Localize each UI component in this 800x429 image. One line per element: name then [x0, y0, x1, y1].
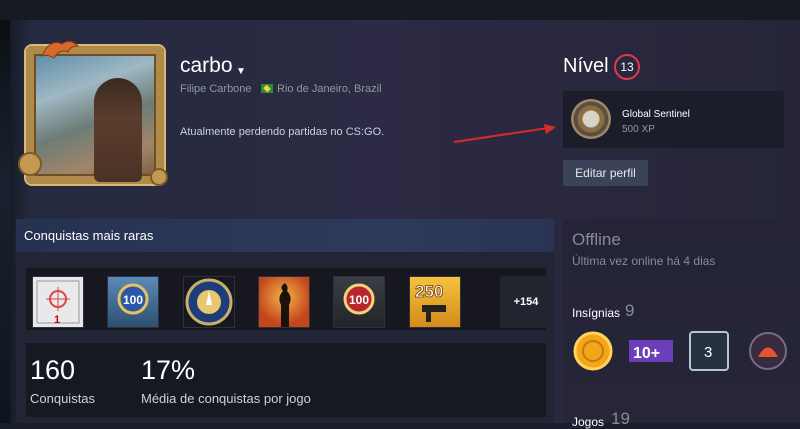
featured-badge-xp: 500 XP	[622, 124, 655, 135]
svg-text:100: 100	[349, 293, 369, 307]
profile-username[interactable]: carbo	[180, 54, 233, 78]
svg-text:1: 1	[54, 314, 60, 326]
avatar-photo	[94, 78, 142, 182]
achievements-count-label: Conquistas	[30, 391, 96, 406]
planet-badge-icon[interactable]	[747, 330, 789, 372]
avatar[interactable]	[18, 38, 172, 192]
number-3-badge-text: 3	[704, 344, 712, 361]
brazil-flag-icon	[261, 84, 273, 93]
background-edge	[0, 20, 10, 423]
games-count[interactable]: 19	[611, 409, 630, 429]
achievement-100-medal-icon[interactable]: 100	[333, 276, 385, 328]
achievement-stats: 160 Conquistas 17% Média de conquistas p…	[26, 343, 546, 417]
achievements-count: 160	[30, 355, 76, 385]
level-badge: 13	[614, 54, 640, 80]
10-plus-badge-icon[interactable]: 10+	[629, 330, 673, 372]
profile-summary: Atualmente perdendo partidas no CS:GO.	[180, 126, 385, 138]
achievements-title[interactable]: Conquistas mais raras	[24, 228, 153, 243]
level-label: Nível	[563, 55, 609, 77]
number-3-badge-icon[interactable]: 3	[688, 330, 730, 372]
top-bar	[0, 0, 800, 20]
achievements-header[interactable]: Conquistas mais raras	[16, 219, 554, 252]
featured-badge-card[interactable]: Global Sentinel 500 XP	[563, 91, 784, 148]
more-achievements-button[interactable]: +154	[500, 276, 552, 328]
profile-real-name: Filipe Carbone	[180, 83, 252, 95]
badges-count[interactable]: 9	[625, 301, 634, 321]
badges-link[interactable]: Insígnias	[572, 306, 620, 320]
games-link[interactable]: Jogos	[572, 415, 604, 429]
svg-text:100: 100	[123, 293, 143, 307]
achievement-average: 17%	[141, 355, 196, 385]
arrow-icon	[453, 124, 556, 143]
last-online-text: Última vez online há 4 dias	[572, 254, 716, 268]
chevron-down-icon[interactable]: ▼	[236, 66, 246, 77]
10-plus-badge-text: 10+	[633, 345, 660, 362]
profile-location: Rio de Janeiro, Brazil	[277, 83, 382, 95]
online-status: Offline	[572, 230, 621, 249]
edit-profile-button[interactable]: Editar perfil	[563, 160, 648, 186]
achievement-100-ribbon-icon[interactable]: 100	[107, 276, 159, 328]
achievement-icons-row: 1 100 100 250 +154	[26, 268, 552, 330]
global-sentinel-badge-icon	[571, 99, 611, 139]
achievement-silhouette-icon[interactable]	[258, 276, 310, 328]
achievements-panel: 1 100 100 250 +154 160 Conquistas 17% Mé…	[16, 252, 554, 423]
svg-text:250: 250	[415, 282, 443, 301]
ornament-icon	[18, 152, 42, 176]
dragon-ornament-icon	[41, 40, 80, 59]
achievement-250-smg-icon[interactable]: 250	[409, 276, 461, 328]
avatar-frame	[26, 46, 164, 184]
achievement-blue-medal-icon[interactable]	[183, 276, 235, 328]
ornament-icon	[150, 168, 168, 186]
gold-coin-badge-icon[interactable]	[572, 330, 614, 372]
profile-sidebar: Offline Última vez online há 4 dias Insí…	[563, 219, 800, 429]
featured-badge-name: Global Sentinel	[622, 109, 690, 120]
achievement-average-label: Média de conquistas por jogo	[141, 391, 311, 406]
achievement-cs-map-icon[interactable]: 1	[32, 276, 84, 328]
